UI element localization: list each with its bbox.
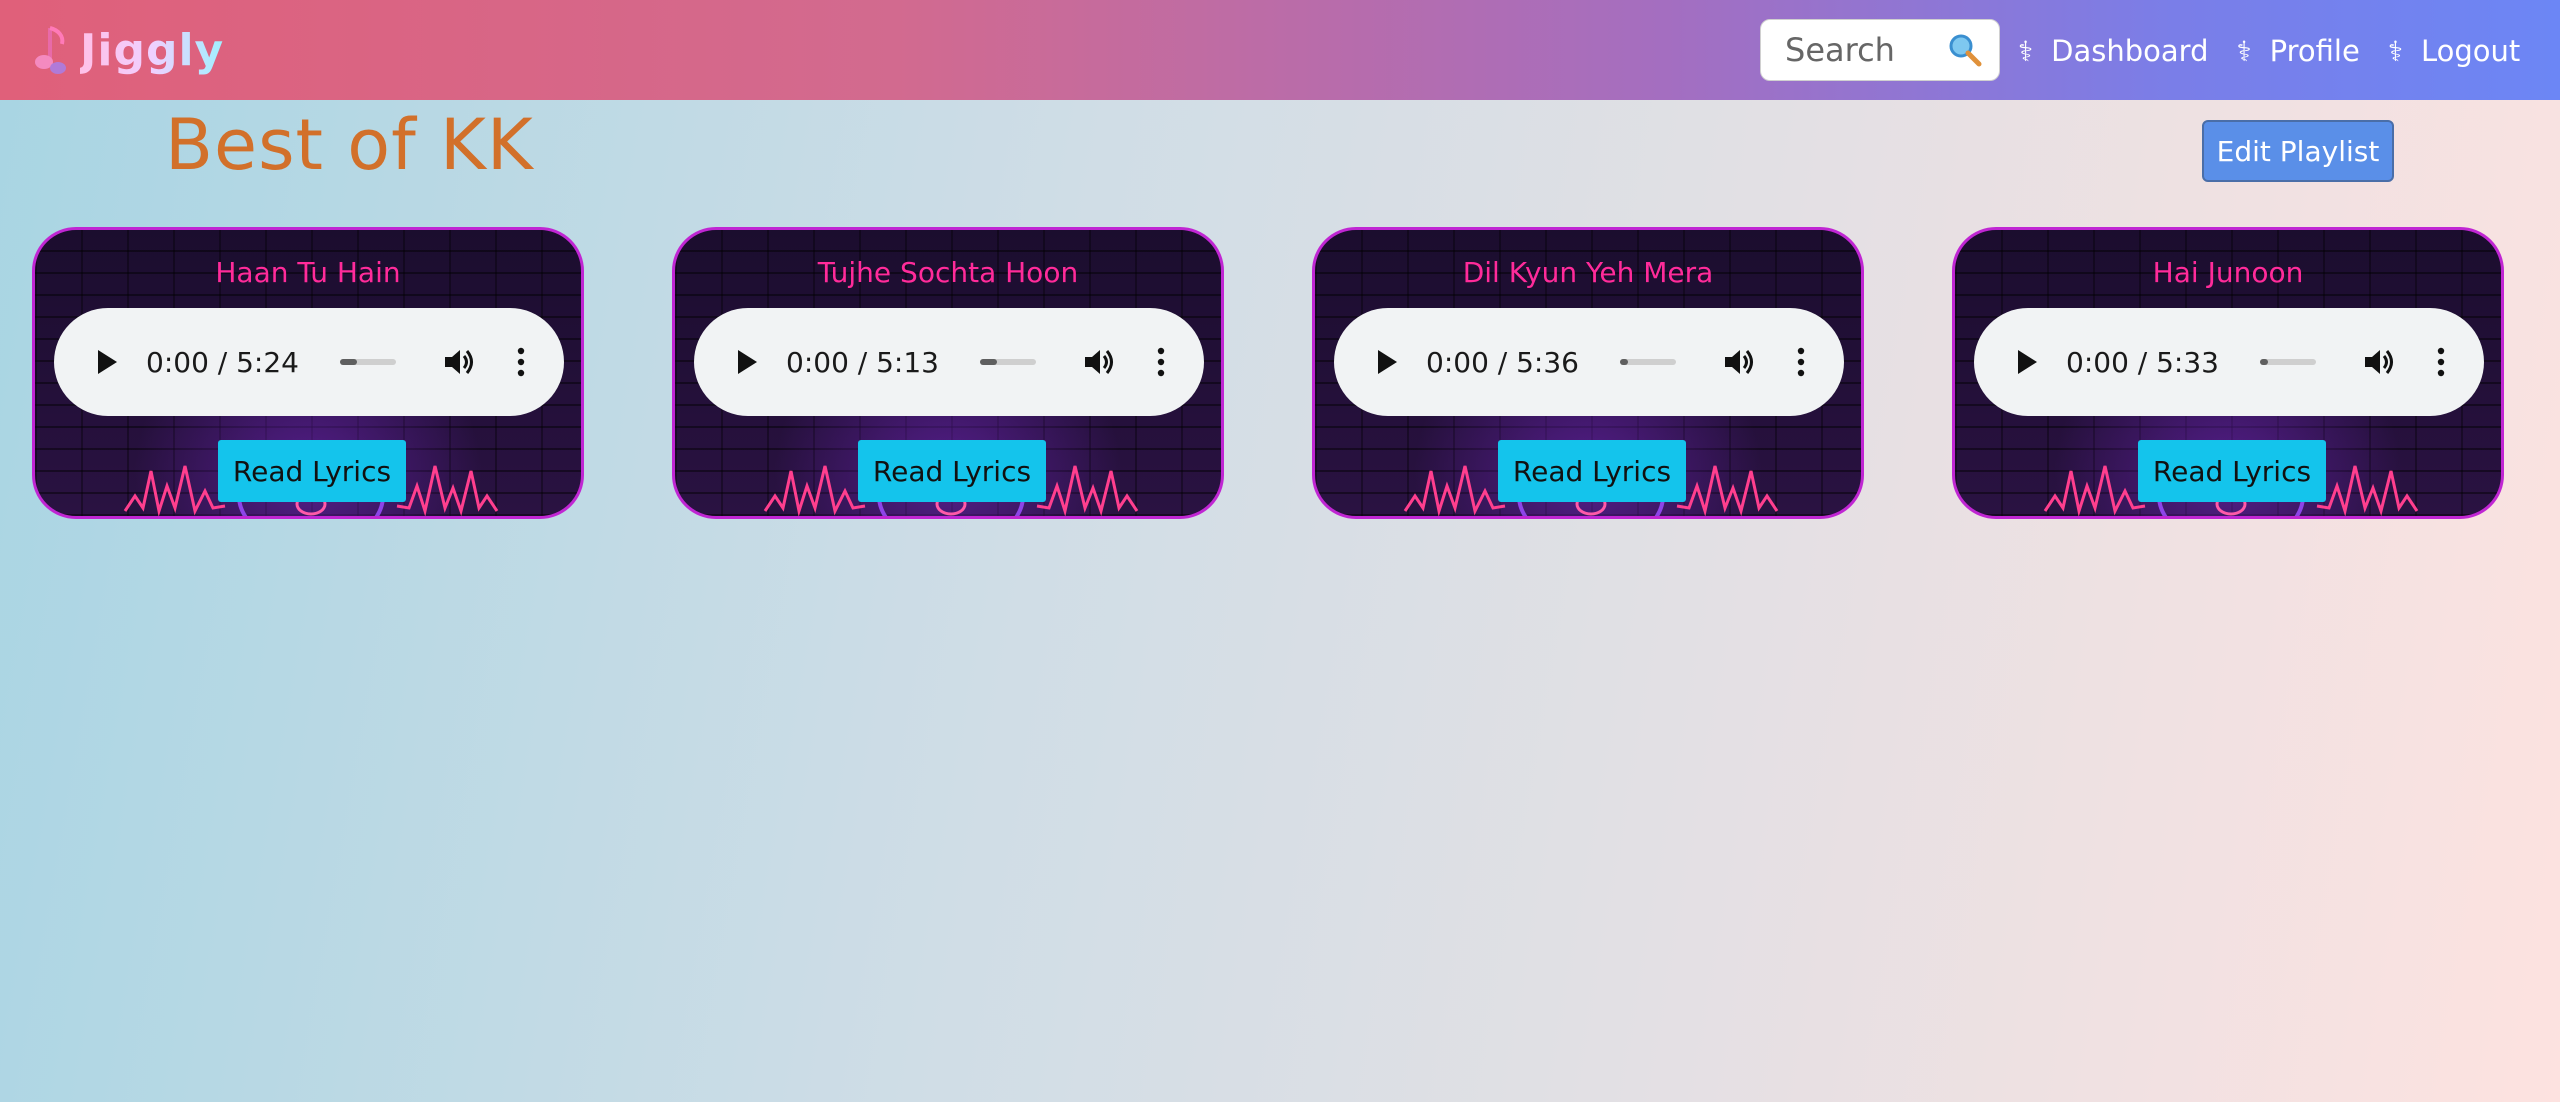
time-display: 0:00 / 5:24 (146, 345, 299, 379)
play-button[interactable] (2012, 347, 2042, 377)
time-display: 0:00 / 5:36 (1426, 345, 1579, 379)
nav-link-profile[interactable]: ⚕ Profile (2237, 34, 2360, 68)
play-button[interactable] (92, 347, 122, 377)
edit-playlist-button[interactable]: Edit Playlist (2202, 120, 2394, 182)
progress-slider[interactable] (340, 359, 396, 365)
play-icon (98, 350, 117, 374)
nav-link-logout[interactable]: ⚕ Logout (2388, 34, 2520, 68)
nav-link-label: Dashboard (2051, 34, 2209, 68)
volume-button[interactable] (2362, 345, 2396, 379)
play-icon (2018, 350, 2037, 374)
nav-link-label: Logout (2420, 34, 2521, 68)
read-lyrics-button[interactable]: Read Lyrics (2138, 440, 2326, 502)
progress-fill (340, 359, 357, 365)
page-title: Best of KK (165, 104, 534, 186)
audio-player: 0:00 / 5:33 (1974, 308, 2484, 416)
volume-button[interactable] (442, 345, 476, 379)
progress-fill (2260, 359, 2269, 365)
volume-button[interactable] (1082, 345, 1116, 379)
volume-button[interactable] (1722, 345, 1756, 379)
volume-icon (1725, 350, 1753, 374)
search-input[interactable] (1783, 30, 1937, 70)
song-title: Tujhe Sochta Hoon (817, 256, 1079, 289)
caduceus-icon: ⚕ (2018, 34, 2034, 68)
song-title: Dil Kyun Yeh Mera (1462, 256, 1714, 289)
volume-icon (1085, 350, 1113, 374)
more-options-button[interactable] (1146, 345, 1176, 379)
read-lyrics-button[interactable]: Read Lyrics (858, 440, 1046, 502)
caduceus-icon: ⚕ (2236, 34, 2252, 68)
volume-icon (445, 350, 473, 374)
nav-links: ⚕ Dashboard ⚕ Profile ⚕ Logout (2018, 25, 2520, 77)
progress-fill (1620, 359, 1629, 365)
song-card-2: Tujhe Sochta Hoon 0:00 / 5:13 Read Lyric… (672, 227, 1224, 519)
search-button[interactable] (1945, 30, 1985, 70)
brand[interactable]: Jiggly (32, 20, 224, 80)
read-lyrics-button[interactable]: Read Lyrics (218, 440, 406, 502)
time-display: 0:00 / 5:13 (786, 345, 939, 379)
progress-fill (980, 359, 997, 365)
navbar: Jiggly ⚕ Dashboard ⚕ Profile ⚕ Logout (0, 0, 2560, 100)
audio-player: 0:00 / 5:13 (694, 308, 1204, 416)
more-vertical-icon (517, 347, 525, 377)
song-card-4: Hai Junoon 0:00 / 5:33 Read Lyrics (1952, 227, 2504, 519)
progress-slider[interactable] (2260, 359, 2316, 365)
more-vertical-icon (2437, 347, 2445, 377)
time-display: 0:00 / 5:33 (2066, 345, 2219, 379)
search-box (1760, 19, 2000, 81)
more-vertical-icon (1157, 347, 1165, 377)
play-icon (1378, 350, 1397, 374)
magnifier-icon (1949, 34, 1982, 67)
progress-slider[interactable] (1620, 359, 1676, 365)
progress-slider[interactable] (980, 359, 1036, 365)
more-options-button[interactable] (2426, 345, 2456, 379)
play-icon (738, 350, 757, 374)
nav-link-dashboard[interactable]: ⚕ Dashboard (2018, 34, 2209, 68)
song-card-1: Haan Tu Hain 0:00 / 5:24 Read Lyrics (32, 227, 584, 519)
audio-player: 0:00 / 5:24 (54, 308, 564, 416)
more-vertical-icon (1797, 347, 1805, 377)
nav-link-label: Profile (2269, 34, 2360, 68)
song-card-3: Dil Kyun Yeh Mera 0:00 / 5:36 Read Lyric… (1312, 227, 1864, 519)
play-button[interactable] (1372, 347, 1402, 377)
read-lyrics-button[interactable]: Read Lyrics (1498, 440, 1686, 502)
volume-icon (2365, 350, 2393, 374)
play-button[interactable] (732, 347, 762, 377)
caduceus-icon: ⚕ (2387, 34, 2403, 68)
brand-name: Jiggly (80, 24, 225, 76)
more-options-button[interactable] (1786, 345, 1816, 379)
audio-player: 0:00 / 5:36 (1334, 308, 1844, 416)
music-note-icon (35, 26, 66, 74)
song-title: Haan Tu Hain (215, 256, 401, 289)
song-title: Hai Junoon (2152, 256, 2304, 289)
more-options-button[interactable] (506, 345, 536, 379)
